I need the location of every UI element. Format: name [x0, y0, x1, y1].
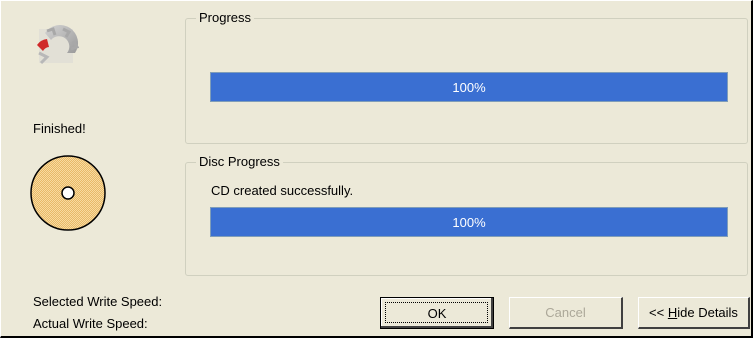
status-panel: Finished! Selected Write Speed: Actual W…	[1, 1, 181, 336]
hide-details-button[interactable]: << Hide Details	[638, 297, 750, 329]
status-label: Finished!	[33, 121, 86, 136]
progress-group: Progress 100%	[185, 10, 748, 144]
cancel-button[interactable]: Cancel	[509, 297, 623, 329]
ok-button[interactable]: OK	[380, 297, 494, 329]
cd-disc-icon	[30, 155, 106, 231]
write-speed-labels: Selected Write Speed: Actual Write Speed…	[33, 291, 162, 335]
disc-status-message: CD created successfully.	[211, 183, 354, 198]
progress-group-title: Progress	[196, 10, 255, 26]
overall-progress-percent: 100%	[452, 79, 486, 95]
hide-details-prefix: <<	[649, 305, 668, 320]
disc-progress-group-title: Disc Progress	[196, 154, 283, 170]
disc-progress-percent: 100%	[452, 214, 486, 230]
hide-details-rest: ide Details	[677, 305, 738, 320]
cancel-button-label: Cancel	[545, 305, 586, 320]
ok-button-focus-ring	[385, 302, 488, 323]
disc-progress-group: Disc Progress CD created successfully. 1…	[185, 154, 748, 276]
burn-progress-dialog: Finished! Selected Write Speed: Actual W…	[0, 0, 753, 338]
selected-write-speed-label: Selected Write Speed:	[33, 294, 163, 309]
actual-write-speed-label: Actual Write Speed:	[33, 316, 148, 331]
disc-progress-bar: 100%	[210, 207, 728, 237]
burning-gear-icon	[37, 24, 79, 65]
hide-details-mnemonic: H	[667, 305, 678, 320]
overall-progress-bar: 100%	[210, 72, 728, 102]
